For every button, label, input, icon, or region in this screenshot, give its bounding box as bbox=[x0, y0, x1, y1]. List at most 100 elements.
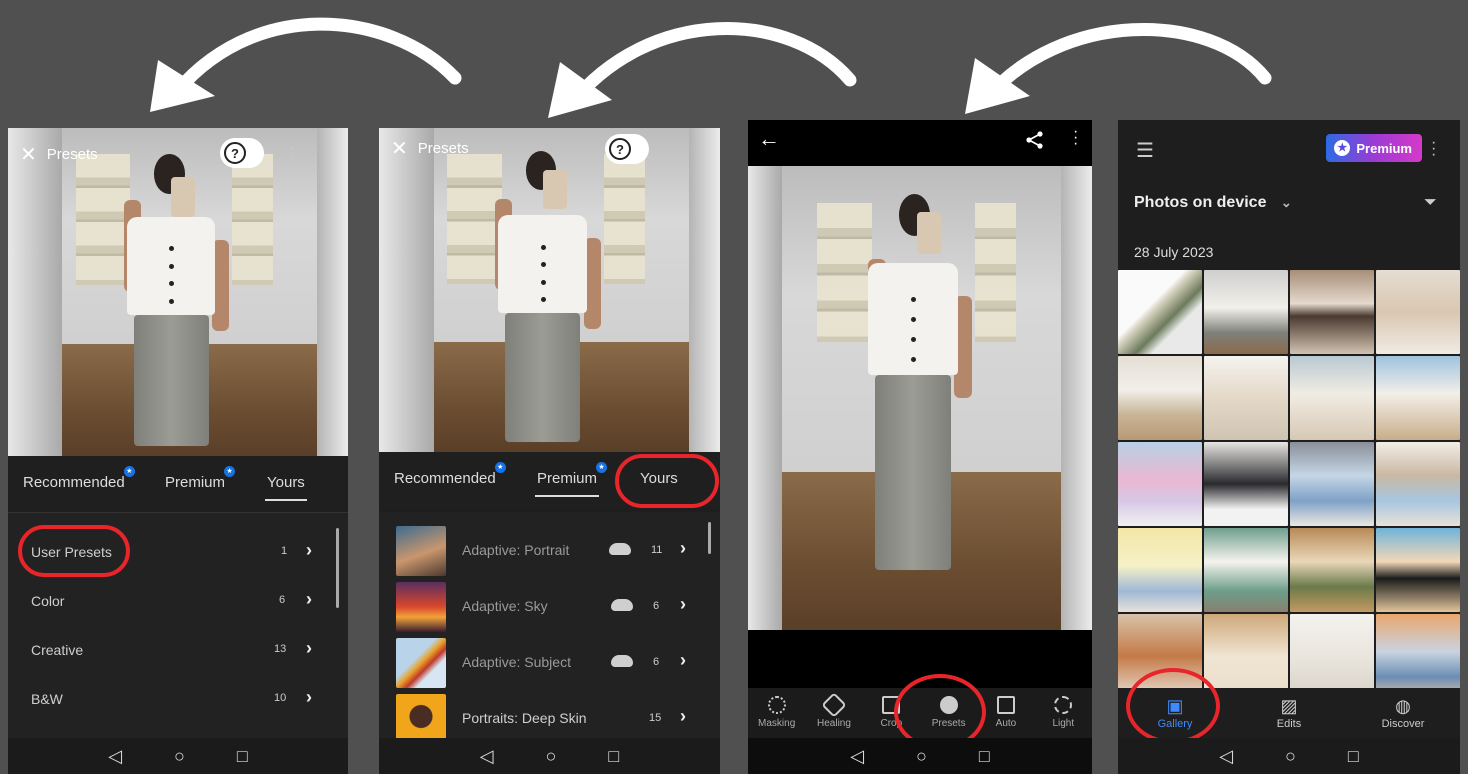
tab-premium[interactable]: Premium ★ bbox=[165, 466, 236, 491]
help-icon: ? bbox=[609, 138, 631, 160]
tab-edits[interactable]: ▨ Edits bbox=[1249, 696, 1329, 730]
page-title: Presets bbox=[417, 139, 469, 157]
sun-icon bbox=[1054, 696, 1073, 714]
close-icon[interactable]: ✕ bbox=[20, 142, 37, 167]
grid-photo[interactable] bbox=[1204, 528, 1288, 612]
grid-photo[interactable] bbox=[1290, 442, 1374, 526]
home-icon[interactable]: ○ bbox=[546, 746, 557, 767]
photo-canvas[interactable] bbox=[748, 166, 1092, 630]
recents-icon[interactable]: □ bbox=[237, 746, 248, 767]
list-item[interactable]: Color 6 › bbox=[8, 577, 348, 626]
recents-icon[interactable]: □ bbox=[979, 746, 990, 767]
close-icon[interactable]: ✕ bbox=[391, 136, 408, 161]
tool-auto[interactable]: Auto bbox=[980, 696, 1032, 729]
preset-thumbnail bbox=[396, 638, 446, 688]
back-icon[interactable]: ◁ bbox=[850, 746, 864, 767]
grid-photo[interactable] bbox=[1376, 614, 1460, 698]
grid-photo[interactable] bbox=[1204, 356, 1288, 440]
home-icon[interactable]: ○ bbox=[1285, 746, 1296, 767]
chevron-right-icon: › bbox=[306, 687, 312, 707]
presets-screen-recommended: ✕ Presets ? Recommended ★ Premium ★ Yours … bbox=[379, 128, 720, 774]
help-button[interactable]: ? bbox=[220, 138, 264, 168]
more-icon[interactable]: · · · bbox=[290, 140, 295, 166]
tool-masking[interactable]: Masking bbox=[751, 696, 803, 729]
back-arrow-icon[interactable]: ← bbox=[758, 126, 780, 152]
photo-editor-screen: ← · · · Masking Healing Crop Presets Auto … bbox=[748, 120, 1092, 774]
photos-source-dropdown[interactable]: Photos on device ⌄ bbox=[1134, 194, 1292, 212]
tab-recommended[interactable]: Recommended ★ bbox=[394, 462, 506, 487]
bandage-icon bbox=[821, 692, 847, 718]
more-icon[interactable]: · · · bbox=[1073, 124, 1078, 152]
filter-icon[interactable]: ⏷ bbox=[1424, 194, 1437, 212]
more-icon[interactable]: · · · bbox=[1431, 135, 1436, 163]
home-icon[interactable]: ○ bbox=[916, 746, 927, 767]
masking-icon bbox=[767, 696, 786, 714]
grid-photo[interactable] bbox=[1204, 442, 1288, 526]
list-item[interactable]: Adaptive: Sky 6 › bbox=[379, 580, 720, 636]
grid-photo[interactable] bbox=[1118, 442, 1202, 526]
list-item[interactable]: Creative 13 › bbox=[8, 626, 348, 675]
tool-light[interactable]: Light bbox=[1037, 696, 1089, 729]
grid-photo[interactable] bbox=[1290, 614, 1374, 698]
scrollbar[interactable] bbox=[336, 528, 339, 608]
top-bar: ✕ Presets bbox=[8, 128, 348, 180]
share-icon[interactable] bbox=[1026, 131, 1044, 149]
system-nav-bar: ◁ ○ □ bbox=[1118, 738, 1460, 774]
grid-photo[interactable] bbox=[1204, 614, 1288, 698]
grid-photo[interactable] bbox=[1290, 356, 1374, 440]
auto-icon bbox=[996, 696, 1015, 714]
grid-photo[interactable] bbox=[1290, 270, 1374, 354]
tab-premium[interactable]: Premium ★ bbox=[534, 462, 608, 497]
grid-photo[interactable] bbox=[1118, 270, 1202, 354]
back-icon[interactable]: ◁ bbox=[108, 746, 122, 767]
chevron-right-icon: › bbox=[306, 589, 312, 609]
grid-photo[interactable] bbox=[1204, 270, 1288, 354]
system-nav-bar: ◁ ○ □ bbox=[748, 738, 1092, 774]
system-nav-bar: ◁ ○ □ bbox=[8, 738, 348, 774]
premium-button[interactable]: ★ Premium bbox=[1326, 134, 1422, 162]
grid-photo[interactable] bbox=[1376, 442, 1460, 526]
chevron-right-icon: › bbox=[306, 638, 312, 658]
list-item[interactable]: B&W 10 › bbox=[8, 675, 348, 724]
app-top-bar: ☰ ★ Premium · · · bbox=[1118, 120, 1460, 180]
presets-screen-yours: ✕ Presets ? · · · Recommended ★ Premium ★ Yo… bbox=[8, 128, 348, 774]
back-icon[interactable]: ◁ bbox=[1219, 746, 1233, 767]
gallery-screen: ☰ ★ Premium · · · Photos on device ⌄ ⏷ 28 … bbox=[1118, 120, 1460, 774]
page-title: Presets bbox=[46, 145, 98, 163]
curved-arrow-icon bbox=[163, 17, 462, 107]
preset-group-list: Adaptive: Portrait 11 › Adaptive: Sky 6 … bbox=[379, 512, 720, 774]
tab-discover[interactable]: ◍ Discover bbox=[1363, 696, 1443, 730]
preset-thumbnail bbox=[396, 694, 446, 744]
preset-thumbnail bbox=[396, 526, 446, 576]
home-icon[interactable]: ○ bbox=[174, 746, 185, 767]
recents-icon[interactable]: □ bbox=[1348, 746, 1359, 767]
tab-yours[interactable]: Yours bbox=[265, 474, 307, 501]
grid-photo[interactable] bbox=[1376, 270, 1460, 354]
back-icon[interactable]: ◁ bbox=[480, 746, 494, 767]
recents-icon[interactable]: □ bbox=[608, 746, 619, 767]
preset-thumbnail bbox=[396, 582, 446, 632]
list-item[interactable]: Adaptive: Subject 6 › bbox=[379, 636, 720, 692]
help-icon: ? bbox=[224, 142, 246, 164]
menu-icon[interactable]: ☰ bbox=[1136, 138, 1154, 163]
grid-photo[interactable] bbox=[1376, 528, 1460, 612]
help-button[interactable]: ? bbox=[605, 134, 649, 164]
curved-arrow-icon bbox=[978, 22, 1272, 107]
tool-healing[interactable]: Healing bbox=[808, 692, 860, 729]
premium-icon: ★ bbox=[1334, 140, 1351, 156]
editor-top-bar: ← · · · bbox=[748, 120, 1092, 166]
grid-photo[interactable] bbox=[1118, 356, 1202, 440]
grid-photo[interactable] bbox=[1118, 528, 1202, 612]
tab-recommended[interactable]: Recommended ★ bbox=[23, 466, 135, 491]
globe-icon: ◍ bbox=[1395, 696, 1411, 716]
curved-arrow-icon bbox=[563, 22, 857, 112]
chevron-right-icon: › bbox=[680, 706, 686, 726]
flow-arrows bbox=[150, 17, 1272, 118]
grid-photo[interactable] bbox=[1290, 528, 1374, 612]
grid-photo[interactable] bbox=[1376, 356, 1460, 440]
highlight-ring bbox=[1126, 668, 1220, 744]
list-item[interactable]: Adaptive: Portrait 11 › bbox=[379, 524, 720, 580]
scrollbar[interactable] bbox=[708, 522, 711, 554]
edits-icon: ▨ bbox=[1280, 696, 1298, 716]
highlight-ring bbox=[18, 525, 130, 577]
